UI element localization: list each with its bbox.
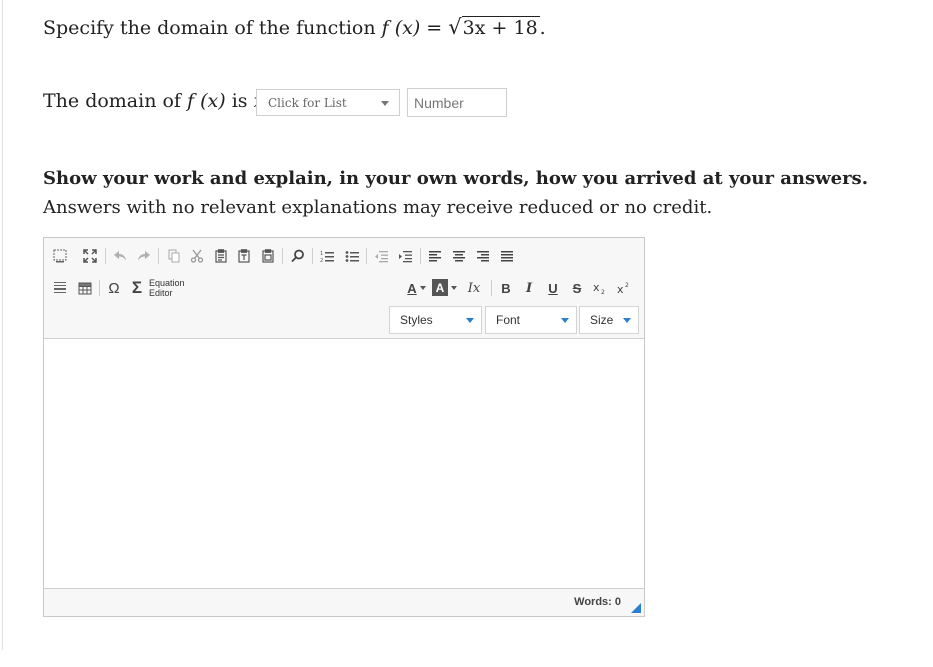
resize-handle-icon[interactable] (631, 603, 641, 613)
chevron-down-icon (466, 318, 474, 323)
font-color-icon[interactable]: A (404, 277, 420, 299)
function-lhs: f (x) = (381, 17, 443, 39)
maximize-icon[interactable] (80, 245, 100, 267)
underline-button[interactable]: U (543, 277, 563, 299)
svg-text:2: 2 (320, 258, 323, 263)
indent-icon[interactable] (395, 245, 415, 267)
instructions-rest: Answers with no relevant explanations ma… (43, 197, 713, 218)
horizontal-line-icon[interactable] (50, 277, 70, 299)
styles-dropdown[interactable]: Styles (389, 306, 482, 334)
paste-icon[interactable] (211, 245, 231, 267)
paste-text-icon[interactable] (234, 245, 254, 267)
font-color-caret-icon[interactable] (420, 286, 426, 290)
find-icon[interactable] (288, 245, 308, 267)
undo-icon[interactable] (110, 245, 130, 267)
equation-editor-button[interactable]: Equation Editor (149, 278, 185, 298)
radicand: 3x + 18 (461, 16, 540, 39)
cut-icon[interactable] (187, 245, 207, 267)
redo-icon[interactable] (134, 245, 154, 267)
align-center-icon[interactable] (449, 245, 469, 267)
svg-text:2: 2 (625, 282, 629, 289)
sigma-icon[interactable]: Σ (127, 277, 147, 299)
word-count: Words: 0 (574, 596, 621, 608)
size-dropdown[interactable]: Size (579, 306, 639, 334)
copy-icon[interactable] (164, 245, 184, 267)
svg-text:x: x (617, 283, 624, 295)
font-dropdown[interactable]: Font (485, 306, 577, 334)
editor-toolbar: 12 Ω Σ Equation Editor A A Ix B I U S x … (44, 238, 644, 339)
superscript-icon[interactable]: x2 (614, 277, 634, 299)
bg-color-caret-icon[interactable] (451, 286, 457, 290)
function-period: . (539, 17, 546, 39)
size-label: Size (590, 313, 614, 327)
editor-footer: Words: 0 (44, 588, 644, 616)
answer-middle: is (231, 90, 248, 112)
editor-content-area[interactable] (44, 339, 644, 590)
question-prompt: Specify the domain of the function f (x)… (43, 13, 546, 43)
bulleted-list-icon[interactable] (342, 245, 362, 267)
svg-text:1: 1 (320, 251, 323, 257)
instructions-bold: Show your work and explain, in your own … (43, 168, 868, 189)
dropdown-label: Click for List (268, 96, 347, 110)
align-left-icon[interactable] (425, 245, 445, 267)
paste-word-icon[interactable] (258, 245, 278, 267)
answer-prefix: The domain of (43, 90, 181, 112)
chevron-down-icon (623, 318, 631, 323)
rich-text-editor: 12 Ω Σ Equation Editor A A Ix B I U S x … (43, 237, 645, 617)
outdent-icon[interactable] (371, 245, 391, 267)
answer-line: The domain of f (x) is x (43, 86, 264, 116)
bold-button[interactable]: B (496, 277, 516, 299)
numbered-list-icon[interactable]: 12 (317, 245, 337, 267)
table-icon[interactable] (75, 277, 95, 299)
special-char-icon[interactable]: Ω (104, 277, 124, 299)
equation-label-line1: Equation (149, 278, 185, 288)
background-color-icon[interactable]: A (432, 279, 448, 296)
square-root: √ 3x + 18 (448, 15, 540, 39)
svg-text:x: x (593, 281, 600, 294)
source-icon[interactable] (50, 245, 70, 267)
equation-label-line2: Editor (149, 288, 173, 298)
radical-sign: √ (448, 15, 462, 39)
align-justify-icon[interactable] (497, 245, 517, 267)
number-input[interactable] (407, 88, 507, 117)
subscript-icon[interactable]: x2 (590, 277, 610, 299)
chevron-down-icon (381, 101, 389, 106)
chevron-down-icon (561, 318, 569, 323)
answer-function: f (x) (187, 90, 226, 112)
instructions: Show your work and explain, in your own … (43, 164, 903, 222)
svg-text:2: 2 (601, 289, 605, 295)
question-text: Specify the domain of the function (43, 17, 376, 39)
function-expression: f (x) = √ 3x + 18. (381, 15, 546, 39)
styles-label: Styles (400, 313, 433, 327)
strikethrough-button[interactable]: S (567, 277, 587, 299)
remove-format-icon[interactable]: Ix (464, 277, 484, 299)
font-label: Font (496, 313, 521, 327)
align-right-icon[interactable] (473, 245, 493, 267)
left-divider (2, 0, 3, 650)
domain-dropdown[interactable]: Click for List (256, 89, 400, 116)
italic-button[interactable]: I (519, 277, 539, 299)
